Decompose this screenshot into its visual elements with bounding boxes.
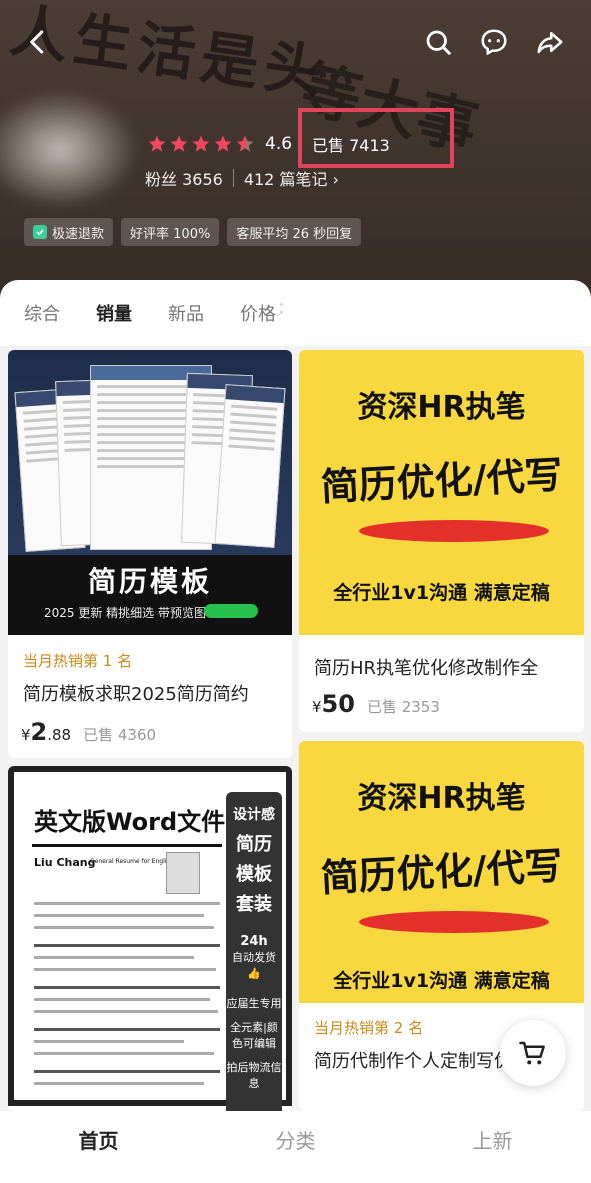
product-card[interactable]: 资深HR执笔 简历优化/代写 全行业1v1沟通 满意定稿 简历HR执笔优化修改制… (299, 350, 584, 732)
sold-count: 已售 4360 (83, 726, 157, 744)
cart-button[interactable] (500, 1020, 566, 1086)
fans-count: 粉丝 3656 (145, 170, 223, 189)
thumbs-up-icon: 👍 (247, 967, 261, 980)
product-card[interactable]: 英文版Word文件 Liu Chang General Resume for E… (8, 766, 292, 1111)
sort-tabs: 综合 销量 新品 价格 ˄ ˅ (0, 280, 591, 346)
tab-sales[interactable]: 销量 (96, 300, 132, 326)
store-sold-count: 已售 7413 (312, 136, 390, 155)
rating-stars (147, 134, 255, 154)
sold-count: 已售 2353 (366, 698, 440, 716)
badge-positive-rate: 好评率 100% (121, 218, 220, 246)
sales-rank-tag: 当月热销第 1 名 (23, 652, 133, 670)
price-row: ¥ 2 .88 已售 4360 (21, 718, 157, 746)
notes-count: 412 篇笔记 (243, 170, 328, 189)
nav-home[interactable]: 首页 (0, 1111, 197, 1183)
badge-fast-refund: 极速退款 (24, 218, 114, 246)
product-image: 简历模板 2025 更新 精挑细选 带预览图 (8, 350, 292, 635)
price: 2 (30, 718, 48, 746)
product-grid: 简历模板 2025 更新 精挑细选 带预览图 当月热销第 1 名 简历模板求职2… (0, 346, 591, 1111)
product-image: 英文版Word文件 Liu Chang General Resume for E… (8, 766, 292, 1111)
star-icon (170, 135, 188, 152)
badge-service-reply: 客服平均 26 秒回复 (227, 218, 362, 246)
image-title: 英文版Word文件 (34, 808, 226, 836)
star-icon (148, 135, 166, 152)
bottom-nav: 首页 分类 上新 (0, 1111, 591, 1183)
tab-new[interactable]: 新品 (168, 300, 204, 326)
sales-rank-tag: 当月热销第 2 名 (314, 1019, 424, 1037)
star-icon (192, 135, 210, 152)
image-subtitle: 2025 更新 精挑细选 带预览图 (44, 606, 206, 620)
product-title: 简历HR执笔优化修改制作全 (314, 658, 539, 679)
photo-placeholder (166, 852, 200, 894)
store-header: 人生活是头 等大事 4.6 已售 7413 粉丝 3656 412 篇笔记 › … (0, 0, 591, 300)
store-badges: 极速退款 好评率 100% 客服平均 26 秒回复 (24, 218, 362, 246)
share-icon[interactable] (530, 22, 570, 62)
price: 50 (321, 690, 355, 718)
cart-icon (519, 1041, 545, 1065)
notes-link[interactable]: 412 篇笔记 › (244, 166, 339, 190)
tab-price[interactable]: 价格 ˄ ˅ (240, 300, 284, 326)
nav-new-arrivals[interactable]: 上新 (394, 1111, 591, 1183)
product-image: 资深HR执笔 简历优化/代写 全行业1v1沟通 满意定稿 (299, 350, 584, 635)
price-row: ¥ 50 已售 2353 (312, 690, 440, 718)
image-side-panel: 设计感 简历 模板 套装 24h 自动发货 👍 应届生专用 全元素|颜色可编辑 … (226, 792, 282, 1111)
search-icon[interactable] (418, 22, 458, 62)
tab-comprehensive[interactable]: 综合 (24, 300, 60, 326)
nav-category[interactable]: 分类 (197, 1111, 394, 1183)
chevron-right-icon: › (332, 170, 339, 189)
store-stats: 粉丝 3656 412 篇笔记 › (145, 166, 339, 190)
store-rating: 4.6 (147, 130, 292, 158)
sort-arrows-icon: ˄ ˅ (279, 303, 284, 322)
back-icon[interactable] (18, 22, 58, 62)
star-icon (214, 135, 232, 152)
half-star-icon (236, 135, 254, 152)
rating-value: 4.6 (265, 134, 293, 154)
product-card[interactable]: 简历模板 2025 更新 精挑细选 带预览图 当月热销第 1 名 简历模板求职2… (8, 350, 292, 758)
customer-service-icon[interactable] (474, 22, 514, 62)
product-title: 简历模板求职2025简历简约 (23, 684, 249, 705)
check-icon (33, 225, 47, 239)
image-title: 简历模板 (87, 565, 212, 598)
product-image: 资深HR执笔 简历优化/代写 全行业1v1沟通 满意定稿 (299, 741, 584, 1003)
